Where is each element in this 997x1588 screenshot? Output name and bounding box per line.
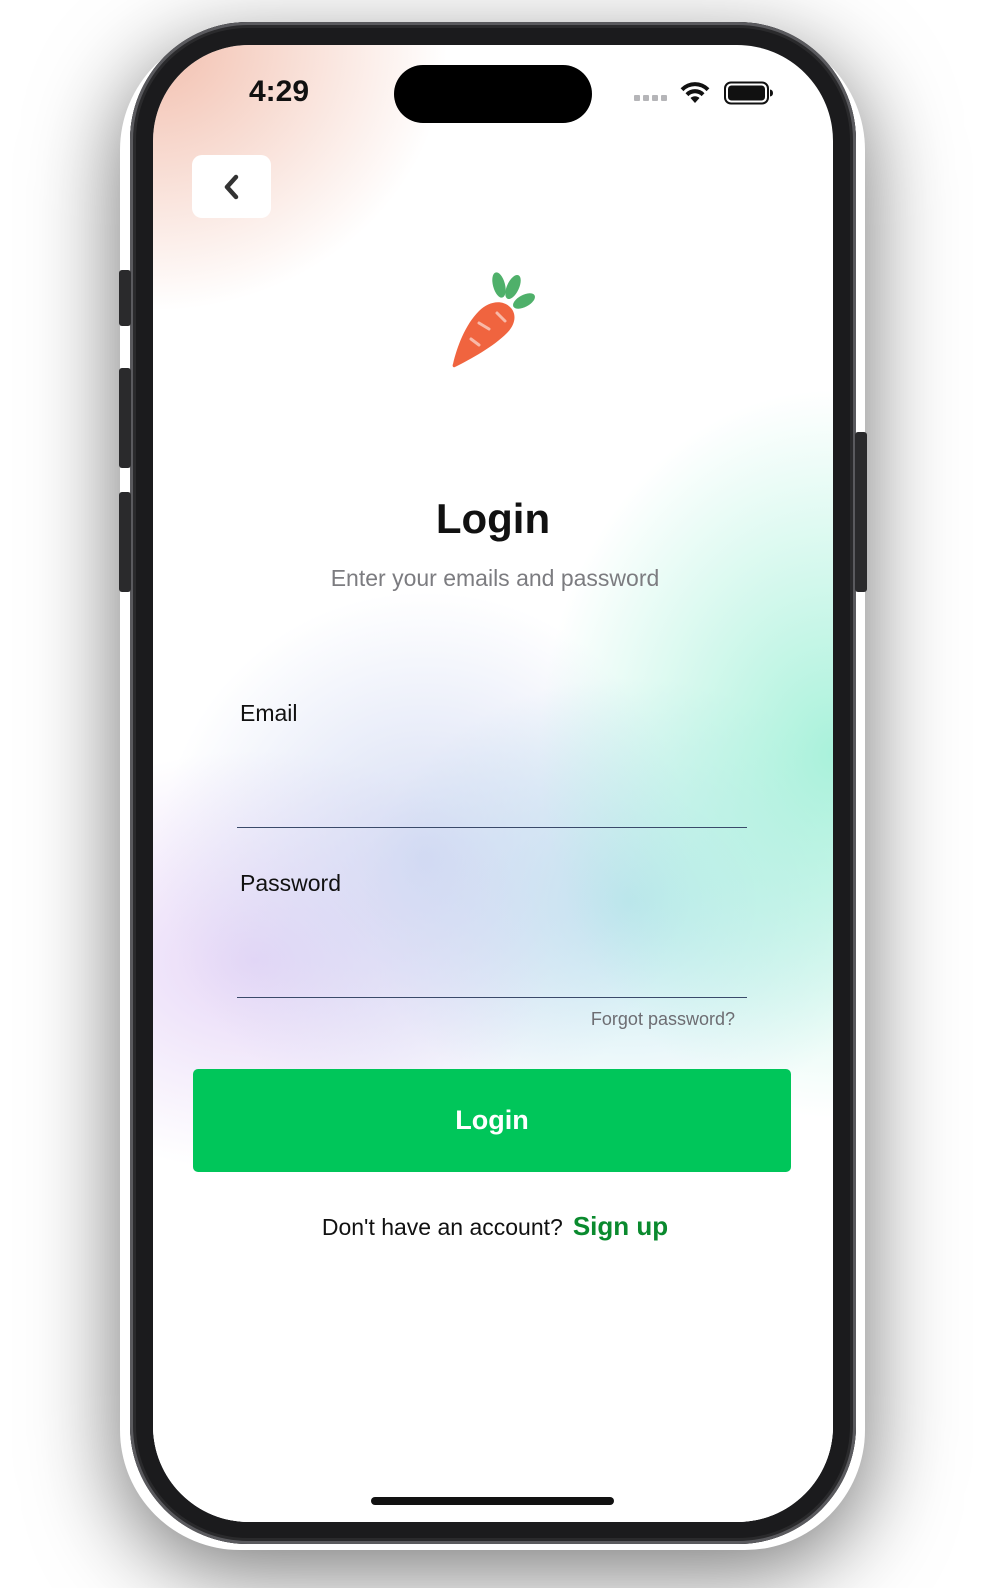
back-button[interactable] (192, 155, 271, 218)
volume-down-button (119, 492, 131, 592)
dynamic-island (394, 65, 592, 123)
status-time: 4:29 (249, 75, 310, 108)
forgot-password-link[interactable]: Forgot password? (591, 1009, 735, 1030)
background-fade (153, 1225, 833, 1522)
chevron-left-icon (224, 174, 238, 199)
battery-icon (724, 81, 773, 105)
page-subtitle: Enter your emails and password (330, 565, 660, 591)
wifi-icon (680, 82, 710, 103)
action-button (119, 270, 131, 326)
volume-up-button (119, 368, 131, 468)
phone-screen: 4:29 Login Enter your emails and passwor… (153, 45, 833, 1522)
power-button (855, 432, 867, 592)
login-button[interactable]: Login (193, 1069, 791, 1172)
page-title: Login (435, 495, 551, 542)
email-field[interactable] (237, 768, 747, 828)
home-indicator[interactable] (371, 1497, 614, 1505)
signup-prompt: Don't have an account? (321, 1214, 563, 1240)
password-field[interactable] (237, 938, 747, 998)
carrot-icon (452, 272, 535, 368)
password-label: Password (240, 870, 341, 896)
signup-link[interactable]: Sign up (573, 1211, 668, 1242)
cellular-signal-icon (634, 95, 667, 101)
signup-row: Don't have an account? Sign up (153, 1211, 833, 1242)
email-label: Email (240, 700, 298, 726)
